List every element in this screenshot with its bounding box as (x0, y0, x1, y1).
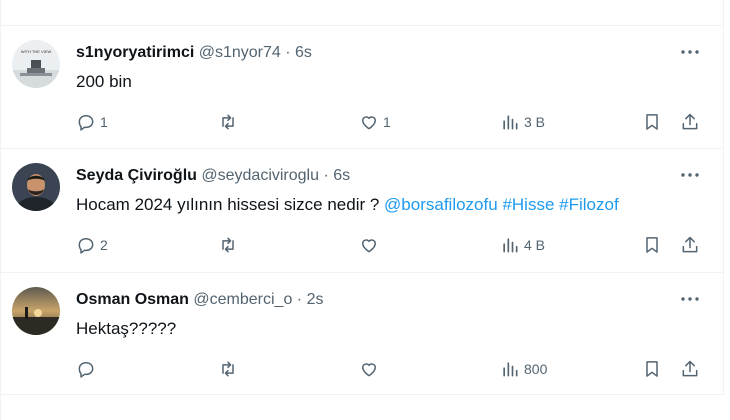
repost-button[interactable] (218, 110, 242, 134)
author-name[interactable]: Seyda Çiviroğlu (76, 167, 197, 184)
tweet-time[interactable]: 2s (307, 291, 324, 308)
bookmark-button[interactable] (642, 110, 662, 134)
author-handle[interactable]: @seydaciviroglu (201, 167, 319, 184)
reply-button[interactable]: 1 (76, 110, 108, 134)
tweet-text: 200 bin (76, 72, 132, 91)
mention-link[interactable]: @borsafilozofu (384, 195, 498, 214)
like-button[interactable]: 1 (359, 110, 391, 134)
repost-icon (222, 237, 234, 253)
avatar-text: WITH THE VIEW (21, 49, 52, 54)
author-handle[interactable]: @s1nyor74 (199, 44, 281, 61)
reply-count: 2 (100, 237, 108, 253)
share-icon (682, 360, 698, 377)
author-name[interactable]: s1nyoryatirimci (76, 44, 194, 61)
repost-button[interactable] (218, 357, 242, 381)
views-button[interactable]: 4 B (500, 233, 545, 257)
avatar[interactable] (12, 287, 60, 335)
tweet[interactable]: Seyda Çiviroğlu @seydaciviroglu · 6s Hoc… (0, 149, 723, 273)
bookmark-icon (646, 361, 658, 377)
tweet-time[interactable]: 6s (295, 44, 312, 61)
bookmark-icon (646, 114, 658, 130)
bookmark-icon (646, 237, 658, 253)
avatar[interactable]: WITH THE VIEW (12, 40, 60, 88)
reply-button[interactable]: 2 (76, 233, 108, 257)
like-button[interactable] (359, 233, 383, 257)
tweet-actions: 1 1 3 B (76, 110, 706, 134)
author-handle[interactable]: @cemberci_o (193, 291, 292, 308)
reply-icon (78, 238, 94, 254)
author-name[interactable]: Osman Osman (76, 291, 189, 308)
share-button[interactable] (680, 110, 700, 134)
views-icon (503, 115, 518, 130)
tweet-time[interactable]: 6s (333, 167, 350, 184)
hashtag-link[interactable]: #Hisse (502, 195, 554, 214)
more-icon[interactable] (678, 40, 702, 64)
reply-button[interactable] (76, 357, 100, 381)
tweet-actions: 2 4 B (76, 233, 706, 257)
more-icon[interactable] (678, 287, 702, 311)
tweet[interactable]: Osman Osman @cemberci_o · 2s Hektaş?????… (0, 273, 723, 395)
views-count: 4 B (524, 237, 546, 253)
tweet-body: Hocam 2024 yılının hissesi sizce nedir ? (76, 195, 380, 214)
more-icon[interactable] (678, 163, 702, 187)
like-button[interactable] (359, 357, 383, 381)
bookmark-button[interactable] (642, 357, 662, 381)
reply-count: 1 (100, 114, 108, 130)
avatar[interactable] (12, 163, 60, 211)
like-icon (362, 239, 376, 253)
reply-icon (78, 362, 94, 378)
views-count: 800 (524, 361, 548, 377)
reply-icon (78, 115, 94, 131)
timeline-border-right (723, 0, 724, 395)
tweet-text: Hektaş????? (76, 319, 177, 338)
share-icon (682, 113, 698, 130)
hashtag-link[interactable]: #Filozof (559, 195, 619, 214)
repost-icon (222, 114, 234, 130)
tweet-actions: 800 (76, 357, 706, 381)
like-count: 1 (383, 114, 391, 130)
share-button[interactable] (680, 233, 700, 257)
repost-icon (222, 361, 234, 377)
repost-button[interactable] (218, 233, 242, 257)
views-icon (503, 362, 518, 377)
tweet[interactable]: WITH THE VIEW s1nyoryatirimci @s1nyor74 … (0, 26, 723, 149)
tweet-text: Hocam 2024 yılının hissesi sizce nedir ?… (76, 195, 619, 215)
like-icon (362, 116, 376, 130)
like-icon (362, 363, 376, 377)
tweet-header: s1nyoryatirimci @s1nyor74 · 6s (76, 44, 312, 61)
views-button[interactable]: 3 B (500, 110, 545, 134)
views-count: 3 B (524, 114, 546, 130)
views-button[interactable]: 800 (500, 357, 547, 381)
share-button[interactable] (680, 357, 700, 381)
views-icon (503, 238, 518, 253)
bookmark-button[interactable] (642, 233, 662, 257)
share-icon (682, 236, 698, 253)
tweet-header: Osman Osman @cemberci_o · 2s (76, 291, 324, 308)
tweet-header: Seyda Çiviroğlu @seydaciviroglu · 6s (76, 167, 351, 184)
